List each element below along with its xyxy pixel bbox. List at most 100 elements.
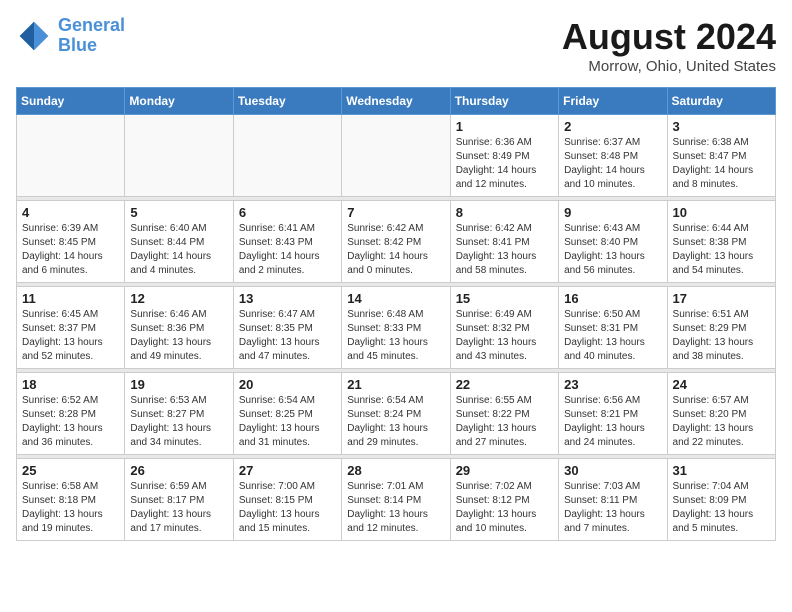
- day-number: 8: [456, 205, 553, 220]
- calendar-cell: [17, 115, 125, 197]
- day-number: 27: [239, 463, 336, 478]
- day-number: 23: [564, 377, 661, 392]
- day-number: 25: [22, 463, 119, 478]
- calendar-cell: 21 Sunrise: 6:54 AM Sunset: 8:24 PM Dayli…: [342, 373, 450, 455]
- calendar-cell: 10 Sunrise: 6:44 AM Sunset: 8:38 PM Dayli…: [667, 201, 775, 283]
- logo-line2: Blue: [58, 35, 97, 55]
- day-number: 2: [564, 119, 661, 134]
- calendar-cell: 5Sunrise: 6:40 AM Sunset: 8:44 PM Daylig…: [125, 201, 233, 283]
- day-number: 4: [22, 205, 119, 220]
- calendar-cell: 20 Sunrise: 6:54 AM Sunset: 8:25 PM Dayli…: [233, 373, 341, 455]
- month-year: August 2024: [562, 16, 776, 58]
- day-info: Sunrise: 7:03 AM Sunset: 8:11 PM Dayligh…: [564, 480, 661, 536]
- day-info: Sunrise: 6:52 AM Sunset: 8:28 PM Dayligh…: [22, 394, 119, 450]
- calendar-cell: [233, 115, 341, 197]
- calendar-cell: 31 Sunrise: 7:04 AM Sunset: 8:09 PM Dayli…: [667, 459, 775, 541]
- day-number: 19: [130, 377, 227, 392]
- day-info: Sunrise: 6:39 AM Sunset: 8:45 PM Dayligh…: [22, 222, 119, 278]
- day-number: 31: [673, 463, 770, 478]
- calendar-cell: [125, 115, 233, 197]
- calendar-cell: 1 Sunrise: 6:36 AM Sunset: 8:49 PM Daylig…: [450, 115, 558, 197]
- day-info: Sunrise: 6:38 AM Sunset: 8:47 PM Dayligh…: [673, 136, 770, 192]
- day-info: Sunrise: 6:40 AM Sunset: 8:44 PM Dayligh…: [130, 222, 227, 278]
- day-info: Sunrise: 7:02 AM Sunset: 8:12 PM Dayligh…: [456, 480, 553, 536]
- day-number: 9: [564, 205, 661, 220]
- day-info: Sunrise: 6:47 AM Sunset: 8:35 PM Dayligh…: [239, 308, 336, 364]
- day-number: 15: [456, 291, 553, 306]
- day-info: Sunrise: 6:44 AM Sunset: 8:38 PM Dayligh…: [673, 222, 770, 278]
- calendar-cell: 13 Sunrise: 6:47 AM Sunset: 8:35 PM Dayli…: [233, 287, 341, 369]
- calendar-cell: 26Sunrise: 6:59 AM Sunset: 8:17 PM Dayli…: [125, 459, 233, 541]
- day-info: Sunrise: 6:37 AM Sunset: 8:48 PM Dayligh…: [564, 136, 661, 192]
- day-number: 20: [239, 377, 336, 392]
- calendar-cell: 30Sunrise: 7:03 AM Sunset: 8:11 PM Dayli…: [559, 459, 667, 541]
- day-info: Sunrise: 6:49 AM Sunset: 8:32 PM Dayligh…: [456, 308, 553, 364]
- day-number: 13: [239, 291, 336, 306]
- day-number: 3: [673, 119, 770, 134]
- calendar-cell: 25 Sunrise: 6:58 AM Sunset: 8:18 PM Dayli…: [17, 459, 125, 541]
- day-number: 18: [22, 377, 119, 392]
- day-number: 21: [347, 377, 444, 392]
- calendar-cell: 14 Sunrise: 6:48 AM Sunset: 8:33 PM Dayli…: [342, 287, 450, 369]
- calendar-cell: 24 Sunrise: 6:57 AM Sunset: 8:20 PM Dayli…: [667, 373, 775, 455]
- day-info: Sunrise: 6:54 AM Sunset: 8:25 PM Dayligh…: [239, 394, 336, 450]
- day-info: Sunrise: 6:53 AM Sunset: 8:27 PM Dayligh…: [130, 394, 227, 450]
- day-info: Sunrise: 6:55 AM Sunset: 8:22 PM Dayligh…: [456, 394, 553, 450]
- logo: General Blue: [16, 16, 125, 56]
- calendar-cell: 23 Sunrise: 6:56 AM Sunset: 8:21 PM Dayli…: [559, 373, 667, 455]
- day-info: Sunrise: 6:42 AM Sunset: 8:41 PM Dayligh…: [456, 222, 553, 278]
- day-info: Sunrise: 6:45 AM Sunset: 8:37 PM Dayligh…: [22, 308, 119, 364]
- calendar-cell: 6 Sunrise: 6:41 AM Sunset: 8:43 PM Daylig…: [233, 201, 341, 283]
- logo-line1: General: [58, 15, 125, 35]
- day-info: Sunrise: 6:50 AM Sunset: 8:31 PM Dayligh…: [564, 308, 661, 364]
- day-number: 12: [130, 291, 227, 306]
- calendar-cell: 4 Sunrise: 6:39 AM Sunset: 8:45 PM Daylig…: [17, 201, 125, 283]
- title-block: August 2024 Morrow, Ohio, United States: [562, 16, 776, 75]
- day-number: 14: [347, 291, 444, 306]
- day-info: Sunrise: 7:04 AM Sunset: 8:09 PM Dayligh…: [673, 480, 770, 536]
- day-info: Sunrise: 6:51 AM Sunset: 8:29 PM Dayligh…: [673, 308, 770, 364]
- day-number: 17: [673, 291, 770, 306]
- calendar-cell: 7Sunrise: 6:42 AM Sunset: 8:42 PM Daylig…: [342, 201, 450, 283]
- location: Morrow, Ohio, United States: [562, 58, 776, 75]
- day-number: 1: [456, 119, 553, 134]
- day-info: Sunrise: 6:57 AM Sunset: 8:20 PM Dayligh…: [673, 394, 770, 450]
- calendar-cell: 17 Sunrise: 6:51 AM Sunset: 8:29 PM Dayli…: [667, 287, 775, 369]
- day-number: 6: [239, 205, 336, 220]
- weekday-header: Monday: [125, 88, 233, 115]
- calendar-cell: 27 Sunrise: 7:00 AM Sunset: 8:15 PM Dayli…: [233, 459, 341, 541]
- day-info: Sunrise: 6:54 AM Sunset: 8:24 PM Dayligh…: [347, 394, 444, 450]
- day-info: Sunrise: 6:48 AM Sunset: 8:33 PM Dayligh…: [347, 308, 444, 364]
- calendar-week-row: 4 Sunrise: 6:39 AM Sunset: 8:45 PM Daylig…: [17, 201, 776, 283]
- day-number: 11: [22, 291, 119, 306]
- logo-text: General Blue: [58, 16, 125, 56]
- day-info: Sunrise: 6:56 AM Sunset: 8:21 PM Dayligh…: [564, 394, 661, 450]
- logo-icon: [16, 18, 52, 54]
- day-info: Sunrise: 6:43 AM Sunset: 8:40 PM Dayligh…: [564, 222, 661, 278]
- day-info: Sunrise: 7:00 AM Sunset: 8:15 PM Dayligh…: [239, 480, 336, 536]
- day-number: 29: [456, 463, 553, 478]
- day-number: 26: [130, 463, 227, 478]
- day-number: 22: [456, 377, 553, 392]
- calendar-cell: 18 Sunrise: 6:52 AM Sunset: 8:28 PM Dayli…: [17, 373, 125, 455]
- page-header: General Blue August 2024 Morrow, Ohio, U…: [16, 16, 776, 75]
- day-info: Sunrise: 6:41 AM Sunset: 8:43 PM Dayligh…: [239, 222, 336, 278]
- calendar-cell: 28 Sunrise: 7:01 AM Sunset: 8:14 PM Dayli…: [342, 459, 450, 541]
- calendar-week-row: 18 Sunrise: 6:52 AM Sunset: 8:28 PM Dayli…: [17, 373, 776, 455]
- calendar-week-row: 1 Sunrise: 6:36 AM Sunset: 8:49 PM Daylig…: [17, 115, 776, 197]
- weekday-header: Tuesday: [233, 88, 341, 115]
- calendar-cell: 15 Sunrise: 6:49 AM Sunset: 8:32 PM Dayli…: [450, 287, 558, 369]
- day-info: Sunrise: 6:36 AM Sunset: 8:49 PM Dayligh…: [456, 136, 553, 192]
- calendar-cell: 12 Sunrise: 6:46 AM Sunset: 8:36 PM Dayli…: [125, 287, 233, 369]
- calendar-cell: 16Sunrise: 6:50 AM Sunset: 8:31 PM Dayli…: [559, 287, 667, 369]
- day-number: 24: [673, 377, 770, 392]
- day-info: Sunrise: 6:46 AM Sunset: 8:36 PM Dayligh…: [130, 308, 227, 364]
- weekday-header: Sunday: [17, 88, 125, 115]
- day-info: Sunrise: 6:42 AM Sunset: 8:42 PM Dayligh…: [347, 222, 444, 278]
- day-number: 10: [673, 205, 770, 220]
- day-number: 28: [347, 463, 444, 478]
- day-info: Sunrise: 6:58 AM Sunset: 8:18 PM Dayligh…: [22, 480, 119, 536]
- weekday-header: Saturday: [667, 88, 775, 115]
- calendar-cell: 3 Sunrise: 6:38 AM Sunset: 8:47 PM Daylig…: [667, 115, 775, 197]
- day-info: Sunrise: 7:01 AM Sunset: 8:14 PM Dayligh…: [347, 480, 444, 536]
